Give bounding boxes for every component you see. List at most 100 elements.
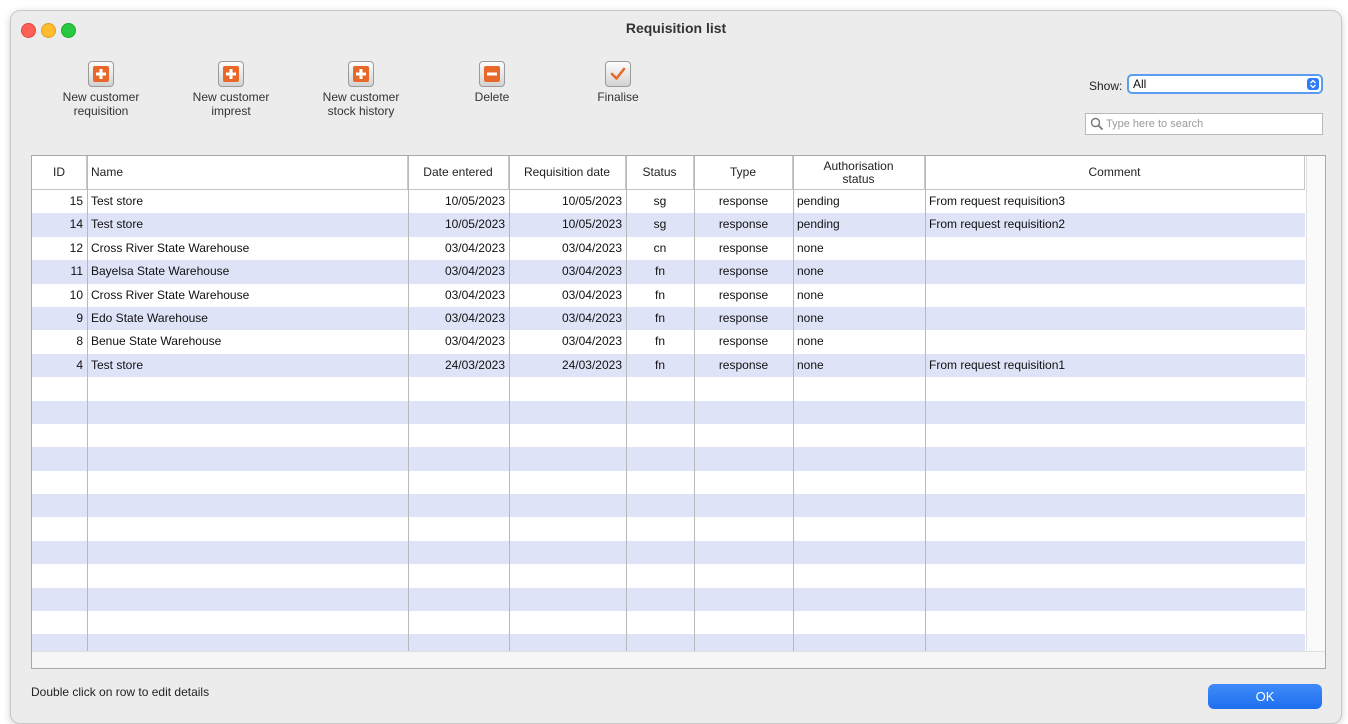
cell-date-entered: 03/04/2023 (444, 264, 505, 279)
column-divider (793, 156, 794, 668)
table-row[interactable]: 11 Bayelsa State Warehouse 03/04/2023 03/04… (32, 260, 1305, 284)
empty-table-row (32, 424, 1305, 447)
cell-comment (925, 284, 1305, 307)
cell-status: fn (654, 287, 665, 302)
cell-comment (925, 260, 1305, 283)
cell-status: fn (654, 357, 665, 372)
search-icon (1090, 117, 1104, 138)
chevron-updown-icon (1307, 78, 1319, 90)
cell-type: response (718, 194, 769, 208)
empty-table-row (32, 400, 1305, 424)
column-header-requisition-date[interactable]: Requisition date (509, 156, 626, 189)
cell-authorisation: none (797, 357, 824, 372)
cell-requisition-date: 03/04/2023 (561, 287, 622, 302)
column-divider (87, 156, 88, 668)
cell-authorisation: none (797, 264, 824, 279)
column-header-type[interactable]: Type (694, 156, 793, 189)
cell-requisition-date: 10/05/2023 (561, 217, 622, 232)
cell-id: 12 (69, 240, 83, 255)
new-customer-requisition-label: New customer requisition (62, 90, 140, 118)
table-row[interactable]: 4 Test store 24/03/2023 24/03/2023 fn respons… (32, 353, 1305, 378)
table-row[interactable]: 12 Cross River State Warehouse 03/04/2023 0… (32, 237, 1305, 260)
add-icon (88, 61, 114, 87)
cell-type: response (718, 217, 769, 232)
table-row[interactable]: 9 Edo State Warehouse 03/04/2023 03/04/2023… (32, 306, 1305, 331)
cell-authorisation: none (797, 310, 824, 325)
new-customer-requisition-button[interactable]: New customer requisition (55, 61, 147, 118)
column-header-status[interactable]: Status (626, 156, 694, 189)
cell-name: Bayelsa State Warehouse (91, 264, 230, 279)
cell-id: 8 (76, 334, 83, 349)
table-header: ID Name Date entered Requisition date St… (32, 156, 1305, 190)
cell-status: fn (654, 310, 665, 325)
minus-icon (479, 61, 505, 87)
finalise-label: Finalise (597, 90, 639, 104)
column-divider (509, 156, 510, 668)
cell-requisition-date: 10/05/2023 (561, 194, 622, 208)
new-customer-imprest-label: New customer imprest (192, 90, 270, 118)
column-divider (694, 156, 695, 668)
vertical-scrollbar[interactable] (1306, 156, 1325, 668)
empty-table-row (32, 471, 1305, 494)
delete-button[interactable]: Delete (457, 61, 527, 104)
ok-button[interactable]: OK (1208, 684, 1322, 709)
cell-date-entered: 10/05/2023 (444, 217, 505, 232)
checkmark-icon (605, 61, 631, 87)
add-icon (348, 61, 374, 87)
cell-name: Benue State Warehouse (91, 334, 222, 349)
cell-requisition-date: 03/04/2023 (561, 334, 622, 349)
cell-authorisation: pending (797, 194, 840, 208)
table-row[interactable]: 15 Test store 10/05/2023 10/05/2023 sg respon… (32, 190, 1305, 213)
cell-id: 10 (69, 287, 83, 302)
column-divider (925, 156, 926, 668)
cell-type: response (718, 357, 769, 372)
cell-authorisation: none (797, 334, 824, 349)
table-row[interactable]: 10 Cross River State Warehouse 03/04/2023 0… (32, 284, 1305, 307)
search-input[interactable]: Type here to search (1085, 113, 1323, 135)
requisition-list-window: Requisition list New customer requisitio… (10, 10, 1342, 724)
cell-authorisation: pending (797, 217, 840, 232)
cell-date-entered: 03/04/2023 (444, 334, 505, 349)
column-divider (626, 156, 627, 668)
empty-table-row (32, 587, 1305, 612)
new-customer-stock-history-label: New customer stock history (322, 90, 400, 118)
cell-requisition-date: 03/04/2023 (561, 264, 622, 279)
show-filter-select[interactable]: All (1127, 74, 1323, 94)
table-row[interactable]: 8 Benue State Warehouse 03/04/2023 03/04/20… (32, 330, 1305, 353)
cell-name: Test store (91, 217, 144, 232)
column-header-date-entered[interactable]: Date entered (408, 156, 509, 189)
search-placeholder: Type here to search (1106, 118, 1204, 130)
add-icon (218, 61, 244, 87)
title-bar: Requisition list (11, 11, 1341, 47)
column-header-authorisation-status[interactable]: Authorisation status (793, 156, 925, 189)
column-divider (408, 156, 409, 668)
cell-comment (925, 237, 1305, 260)
cell-date-entered: 24/03/2023 (444, 357, 505, 372)
empty-table-row (32, 540, 1305, 565)
column-header-id[interactable]: ID (32, 156, 87, 189)
cell-id: 14 (69, 217, 83, 232)
cell-status: cn (653, 240, 667, 255)
footer-hint: Double click on row to edit details (31, 685, 210, 699)
cell-comment (925, 307, 1305, 330)
cell-requisition-date: 03/04/2023 (561, 240, 622, 255)
cell-requisition-date: 24/03/2023 (561, 357, 622, 372)
show-filter-label: Show: (1089, 79, 1123, 93)
empty-table-row (32, 611, 1305, 634)
horizontal-scrollbar[interactable] (32, 651, 1325, 668)
cell-name: Test store (91, 357, 144, 372)
table-row[interactable]: 14 Test store 10/05/2023 10/05/2023 sg respon… (32, 213, 1305, 237)
column-header-comment[interactable]: Comment (925, 156, 1305, 189)
requisition-table: ID Name Date entered Requisition date St… (31, 155, 1326, 669)
new-customer-imprest-button[interactable]: New customer imprest (185, 61, 277, 118)
empty-table-row (32, 447, 1305, 471)
delete-label: Delete (474, 90, 510, 104)
finalise-button[interactable]: Finalise (583, 61, 653, 104)
column-header-name[interactable]: Name (87, 156, 408, 189)
cell-comment: From request requisition2 (929, 217, 1066, 232)
cell-name: Test store (91, 194, 144, 208)
cell-id: 4 (76, 357, 83, 372)
cell-status: fn (654, 334, 665, 349)
new-customer-stock-history-button[interactable]: New customer stock history (311, 61, 411, 118)
cell-requisition-date: 03/04/2023 (561, 310, 622, 325)
